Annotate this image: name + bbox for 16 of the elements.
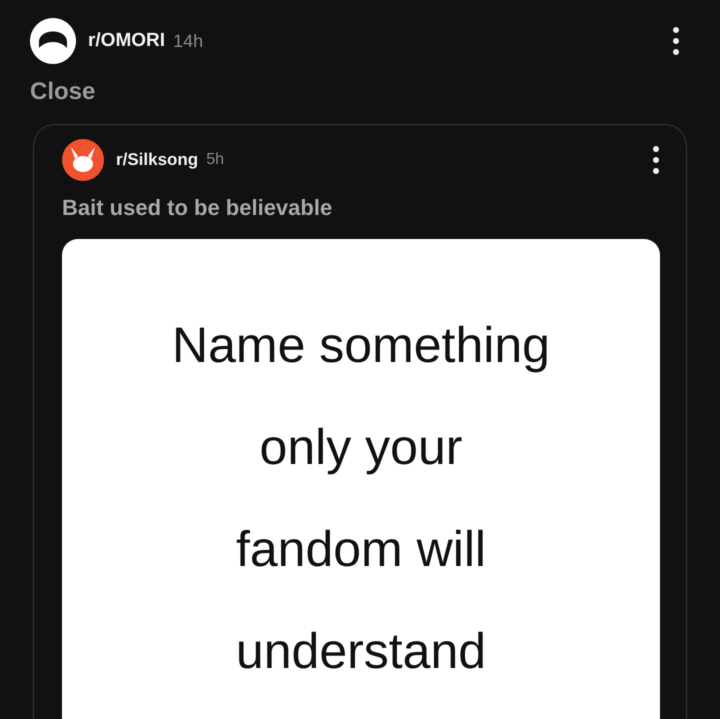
image-text-line: Name something	[172, 316, 550, 375]
community-name[interactable]: r/OMORI	[88, 30, 166, 52]
community-avatar-icon[interactable]	[30, 18, 76, 64]
image-text-line: only your	[260, 418, 462, 477]
post-time: 14h	[173, 30, 204, 52]
close-link[interactable]: Close	[30, 78, 96, 106]
more-options-icon[interactable]	[652, 145, 660, 175]
post-time: 5h	[206, 151, 224, 169]
post-title: Bait used to be believable	[62, 195, 332, 221]
crosspost-card[interactable]: r/Silksong 5h Bait used to be believable Name something only your fandom will understand	[33, 124, 687, 719]
more-options-icon[interactable]	[672, 26, 680, 56]
community-name[interactable]: r/Silksong	[116, 150, 198, 170]
post-image[interactable]: Name something only your fandom will understand	[62, 239, 660, 719]
community-avatar-icon[interactable]	[62, 139, 104, 181]
image-text-line: fandom will	[236, 520, 486, 579]
image-text-line: understand	[236, 622, 486, 681]
